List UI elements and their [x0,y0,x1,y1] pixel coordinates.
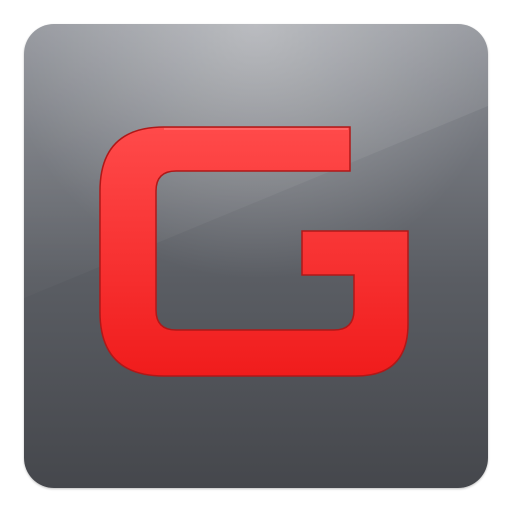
icon-canvas [0,0,512,512]
app-icon-tile[interactable] [24,24,488,488]
app-icon-graphic [24,24,488,488]
